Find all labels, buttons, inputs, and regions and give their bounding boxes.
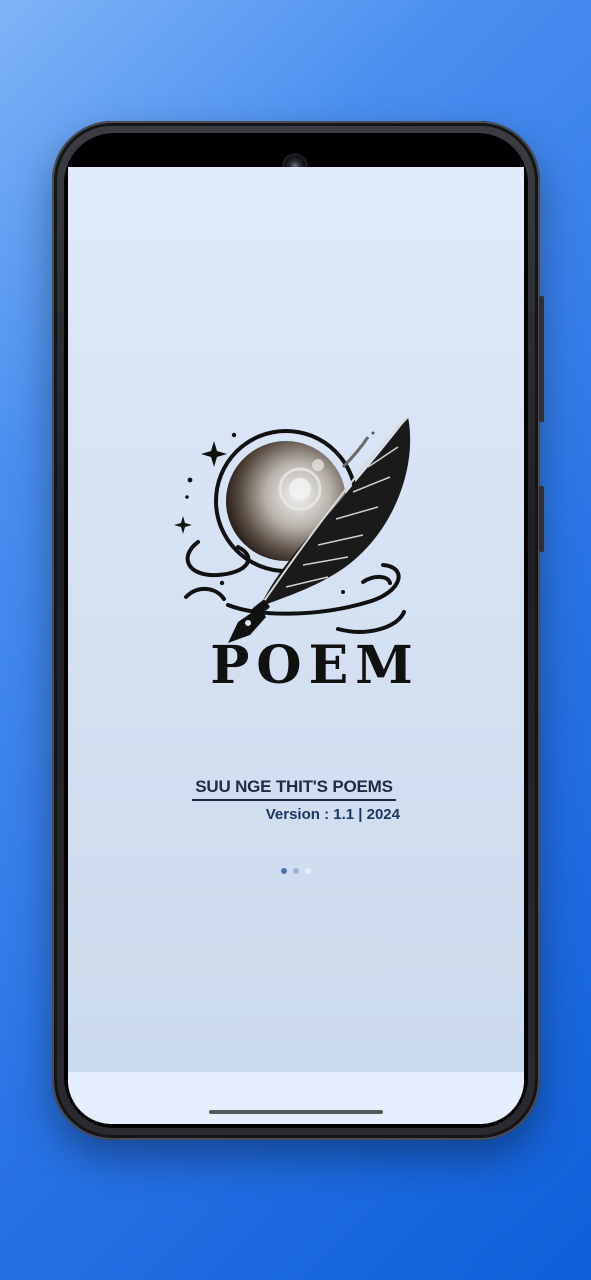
loading-dot-3 xyxy=(305,868,311,874)
phone-mockup: POEM SUU NGE THIT'S POEMS Version : 1.1 … xyxy=(52,121,544,1140)
volume-button xyxy=(539,486,544,552)
power-button xyxy=(539,296,544,422)
phone-bezel: POEM SUU NGE THIT'S POEMS Version : 1.1 … xyxy=(64,133,528,1128)
loading-dot-1 xyxy=(281,868,287,874)
splash-screen: POEM SUU NGE THIT'S POEMS Version : 1.1 … xyxy=(68,167,524,1124)
loading-dot-2 xyxy=(293,868,299,874)
home-indicator[interactable] xyxy=(209,1110,383,1114)
gesture-nav-bar xyxy=(68,1072,524,1124)
app-logo: POEM xyxy=(168,407,428,697)
loading-indicator xyxy=(281,868,311,874)
logo-wordmark: POEM xyxy=(210,635,420,696)
version-label: Version : 1.1 | 2024 xyxy=(265,806,400,823)
app-title: SUU NGE THIT'S POEMS xyxy=(192,777,396,801)
